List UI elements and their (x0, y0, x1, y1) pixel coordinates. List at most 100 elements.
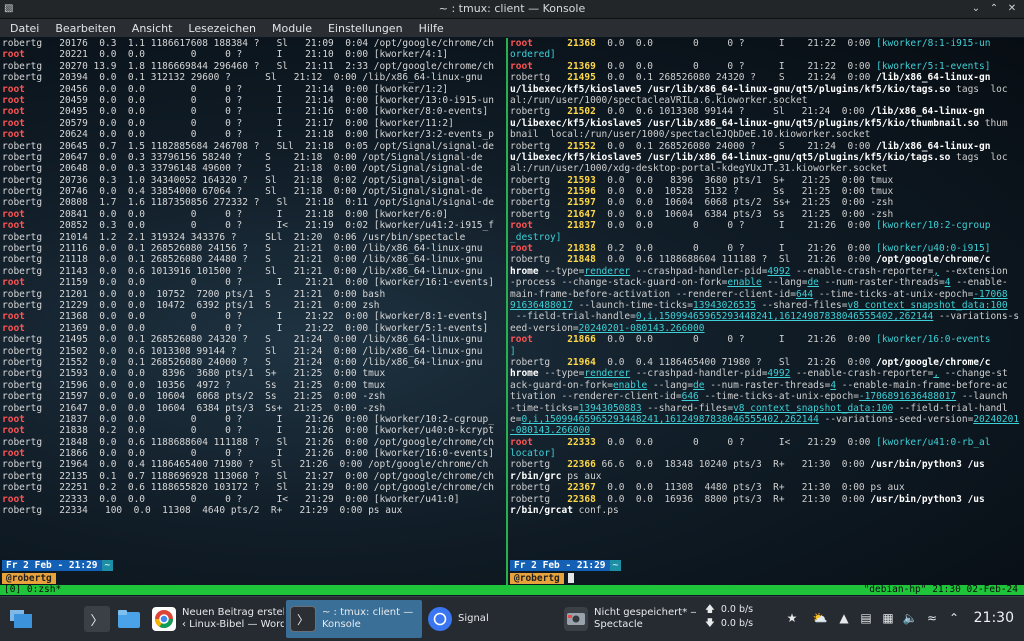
terminal-text: 20240201 (973, 413, 1020, 425)
process-user: robertg (2, 391, 48, 403)
tray-expand-icon[interactable]: ⌃ (946, 610, 962, 626)
task-signal[interactable]: Signal (424, 600, 556, 638)
wifi-icon[interactable]: ≈ (924, 610, 940, 626)
process-user: robertg (2, 231, 48, 243)
task-konsole[interactable]: 〉 ~ : tmux: client — Konsole (286, 600, 422, 638)
process-details: 13.9 1.8 1186669844 296460 ? Sl 21:11 2:… (87, 60, 494, 72)
process-details: 0.0 0.0 10604 6384 pts/3 Ss+ 21:25 0:00 … (87, 402, 386, 414)
shell-prompt-right[interactable]: @robertg (510, 573, 574, 584)
process-row: robertg 22334 100 0.0 11308 4640 pts/2 R… (2, 505, 505, 516)
terminal-text: 22333 (567, 436, 596, 448)
process-row: robertg 21014 1.2 2.1 319324 343376 ? SL… (2, 232, 505, 243)
process-pid: 21118 (59, 254, 88, 266)
task-spectacle[interactable]: Nicht gespeichert* — Spectacle (560, 600, 696, 638)
process-row: root 20579 0.0 0.0 0 0 ? I 21:17 0:00 [k… (2, 118, 505, 129)
process-row: robertg 21116 0.0 0.1 268526080 24156 ? … (2, 243, 505, 254)
konsole-launcher-button[interactable]: 〉 (84, 606, 110, 632)
pane-divider[interactable] (506, 38, 508, 594)
menu-hilfe[interactable]: Hilfe (411, 22, 452, 35)
menu-datei[interactable]: Datei (2, 22, 47, 35)
terminal-area[interactable]: robertg 20176 0.3 1.1 1186617608 188384 … (0, 38, 1024, 595)
menu-ansicht[interactable]: Ansicht (124, 22, 181, 35)
terminal-text: /opt/google/chrome/c (876, 254, 991, 266)
terminal-line: robertg 21848 0.0 0.6 1188688604 111188 … (510, 254, 1022, 265)
terminal-text: [kworker/10:2-cgroup (876, 220, 991, 232)
terminal-text: --launch-time-ticks= (572, 299, 694, 311)
process-details: 0.3 1.0 34340052 164320 ? Sl 21:18 0:02 … (87, 174, 483, 186)
terminal-text: 0.0 0.0 0 0 ? I 21:26 0:00 (595, 334, 877, 346)
terminal-line: al:/run/user/1000/xdg-desktop-portal-kde… (510, 163, 1022, 174)
process-user: root (2, 129, 48, 141)
network-speed-widget[interactable]: 🡅 0.0 b/s 🡇 0.0 b/s (705, 603, 753, 631)
menu-bearbeiten[interactable]: Bearbeiten (47, 22, 123, 35)
process-row: root 20841 0.0 0.0 0 0 ? I 21:18 0:00 [k… (2, 209, 505, 220)
task-chrome[interactable]: Neuen Beitrag erstellen‹ Linux-Bibel — W… (148, 600, 284, 638)
terminal-text: hrome (510, 265, 539, 277)
process-pid: 21964 (59, 459, 88, 471)
terminal-text: u/libexec/kf5/kioslave5 /usr/lib/x86_64-… (510, 151, 951, 163)
tmux-pane-left[interactable]: robertg 20176 0.3 1.1 1186617608 188384 … (2, 38, 505, 568)
terminal-text: renderer (584, 368, 631, 380)
process-details: 0.0 0.1 268526080 24000 ? S 21:24 0:00 /… (87, 356, 483, 368)
updates-icon[interactable]: ▲ (836, 610, 852, 626)
task-chrome-title: Neuen Beitrag erstellen (182, 607, 284, 618)
process-user: robertg (2, 470, 48, 482)
pin-star-icon[interactable]: ★ (784, 610, 800, 626)
terminal-text: conf.ps (572, 505, 619, 517)
app-launcher-button[interactable] (8, 606, 34, 632)
process-details: 0.0 0.0 0 0 ? I 21:14 0:00 [kworker/13:0… (87, 94, 494, 106)
weather-icon[interactable]: ⛅ (812, 610, 828, 626)
tmux-window-list[interactable]: [0] 0:zsh* (4, 585, 61, 595)
tmux-status-bar: [0] 0:zsh* "debian-hp" 21:30 02-Feb-24 (0, 585, 1024, 595)
process-pid: 20394 (59, 72, 88, 84)
volume-icon[interactable]: 🔈 (902, 610, 918, 626)
terminal-line: hrome --type=renderer --crashpad-handler… (510, 368, 1022, 379)
menu-module[interactable]: Module (264, 22, 320, 35)
process-details: 0.0 0.0 0 0 ? I 21:26 0:00 [kworker/10:2… (87, 413, 494, 425)
process-row: robertg 22135 0.1 0.7 1188696928 113060 … (2, 471, 505, 482)
terminal-text: robertg (510, 186, 568, 198)
files-launcher-button[interactable] (116, 606, 142, 632)
terminal-text: -1706891636488017 (858, 391, 957, 403)
process-pid: 21647 (59, 402, 88, 414)
clock[interactable]: 21:30 (974, 610, 1014, 626)
terminal-text: --enable-crash-reporter= (790, 368, 934, 380)
process-row: robertg 21964 0.0 0.4 1186465400 71980 ?… (2, 459, 505, 470)
terminal-text: -process --change-stack-guard-on-fork= (510, 277, 728, 289)
process-row: robertg 20647 0.0 0.3 33796156 58240 ? S… (2, 152, 505, 163)
terminal-text: 21552 (567, 140, 596, 152)
shell-prompt-left[interactable]: @robertg (2, 573, 56, 584)
terminal-text: 0.0 0.1 268526080 24320 ? S 21:24 0:00 (595, 72, 877, 84)
process-row: robertg 21597 0.0 0.0 10604 6068 pts/2 S… (2, 391, 505, 402)
process-details: 0.0 0.0 0 0 ? I 21:26 0:00 [kworker/16:0… (87, 448, 494, 460)
minimize-icon[interactable]: ⌄ (968, 1, 984, 17)
terminal-text: 21369 (567, 60, 596, 72)
close-icon[interactable]: ✕ (1004, 1, 1020, 17)
window-titlebar[interactable]: ▧ ~ : tmux: client — Konsole ⌄ ⌃ ✕ (0, 0, 1024, 19)
process-pid: 20495 (59, 106, 88, 118)
terminal-text: 0.0 0.0 10604 6068 pts/2 Ss+ 21:25 0:00 … (595, 197, 894, 209)
process-pid: 22334 (59, 505, 88, 517)
terminal-line: -process --change-stack-guard-on-fork=en… (510, 277, 1022, 288)
process-row: robertg 22251 0.2 0.6 1188655820 103172 … (2, 482, 505, 493)
terminal-text: --change-st (939, 368, 1008, 380)
download-arrow-icon: 🡇 (705, 618, 715, 629)
maximize-icon[interactable]: ⌃ (986, 1, 1002, 17)
notes-icon[interactable]: ▦ (880, 610, 896, 626)
process-row: root 21369 0.0 0.0 0 0 ? I 21:22 0:00 [k… (2, 323, 505, 334)
terminal-text: 0.0 0.0 0 0 ? I 21:26 0:00 (595, 220, 877, 232)
process-user: robertg (2, 356, 48, 368)
terminal-text: 0.0 0.0 16936 8800 pts/3 R+ 21:30 0:00 (595, 493, 871, 505)
process-row: root 22333 0.0 0.0 0 0 ? I< 21:29 0:00 [… (2, 494, 505, 505)
process-details: 1.7 1.6 1187350856 272332 ? Sl 21:18 0:1… (87, 197, 494, 209)
prompt-user: @robertg (510, 573, 564, 584)
menu-lesezeichen[interactable]: Lesezeichen (180, 22, 264, 35)
terminal-text: -17068 (973, 288, 1008, 300)
process-user: robertg (2, 38, 48, 49)
menu-einstellungen[interactable]: Einstellungen (320, 22, 411, 35)
process-pid: 21848 (59, 436, 88, 448)
tmux-pane-right[interactable]: root 21368 0.0 0.0 0 0 ? I 21:22 0:00 [k… (510, 38, 1022, 568)
terminal-text: 0.0 0.0 0 0 ? I 21:22 0:00 (595, 38, 877, 49)
clipboard-icon[interactable]: ▤ (858, 610, 874, 626)
